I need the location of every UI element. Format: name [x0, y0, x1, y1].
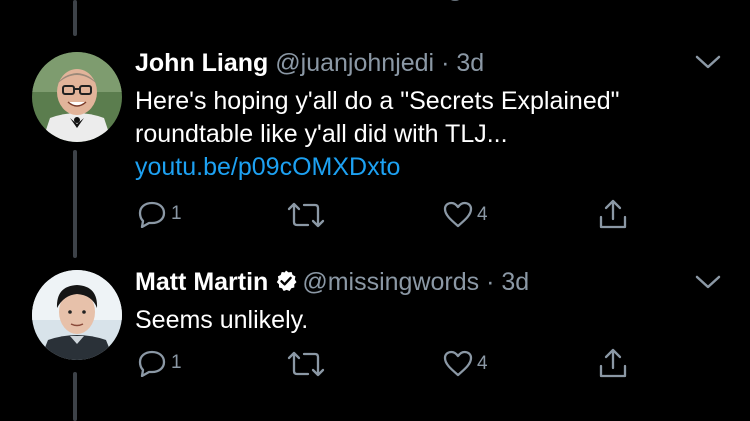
retweet-icon: [287, 202, 325, 228]
handle[interactable]: @missingwords: [302, 268, 479, 296]
timestamp[interactable]: 3d: [501, 268, 529, 296]
timestamp[interactable]: 3d: [456, 49, 484, 77]
share-icon: [599, 348, 627, 378]
tweet-link[interactable]: youtu.be/p09cOMXDxto: [135, 151, 620, 184]
share-button[interactable]: [598, 198, 628, 230]
chevron-down-icon[interactable]: [695, 274, 721, 290]
like-icon: [443, 350, 473, 377]
tweet-text-line: Seems unlikely.: [135, 306, 309, 334]
retweet-button[interactable]: [286, 351, 330, 377]
avatar[interactable]: [32, 52, 122, 142]
share-icon: [599, 199, 627, 229]
reply-button[interactable]: 1: [137, 349, 182, 377]
tweet-text: Here's hoping y'all do a "Secrets Explai…: [135, 85, 620, 184]
reply-button[interactable]: 1: [137, 200, 182, 228]
tweet-header: Matt Martin @missingwords · 3d: [135, 268, 529, 297]
reply-count: 1: [171, 203, 182, 224]
separator: ·: [486, 268, 495, 296]
retweet-button[interactable]: [286, 202, 330, 228]
chevron-down-icon[interactable]: [695, 54, 721, 70]
separator: ·: [441, 49, 450, 77]
like-button[interactable]: 4: [443, 201, 488, 228]
share-icon[interactable]: [598, 0, 626, 10]
retweet-icon: [287, 351, 325, 377]
previous-tweet-actions: [0, 0, 750, 14]
avatar[interactable]: [32, 270, 122, 360]
tweet-text-line: Here's hoping y'all do a "Secrets Explai…: [135, 87, 620, 115]
retweet-icon[interactable]: [285, 0, 345, 12]
like-button[interactable]: 4: [443, 350, 488, 377]
tweet-header: John Liang @juanjohnjedi · 3d: [135, 49, 484, 78]
reply-count: 1: [171, 352, 182, 373]
thread-line: [73, 0, 77, 36]
tweet-text-line: roundtable like y'all did with TLJ...: [135, 120, 508, 148]
like-count: 4: [477, 352, 488, 374]
tweet-text: Seems unlikely.: [135, 304, 308, 337]
thread-line: [73, 150, 77, 258]
thread-line: [73, 372, 77, 421]
handle[interactable]: @juanjohnjedi: [275, 49, 434, 77]
like-count: 4: [477, 203, 488, 225]
share-button[interactable]: [598, 347, 628, 379]
display-name[interactable]: Matt Martin: [135, 268, 268, 296]
reply-icon[interactable]: [137, 0, 173, 12]
display-name[interactable]: John Liang: [135, 49, 268, 77]
reply-icon: [138, 201, 166, 228]
verified-badge-icon: [277, 270, 297, 291]
like-icon: [443, 201, 473, 228]
like-icon[interactable]: [440, 0, 510, 10]
reply-icon: [138, 350, 166, 377]
